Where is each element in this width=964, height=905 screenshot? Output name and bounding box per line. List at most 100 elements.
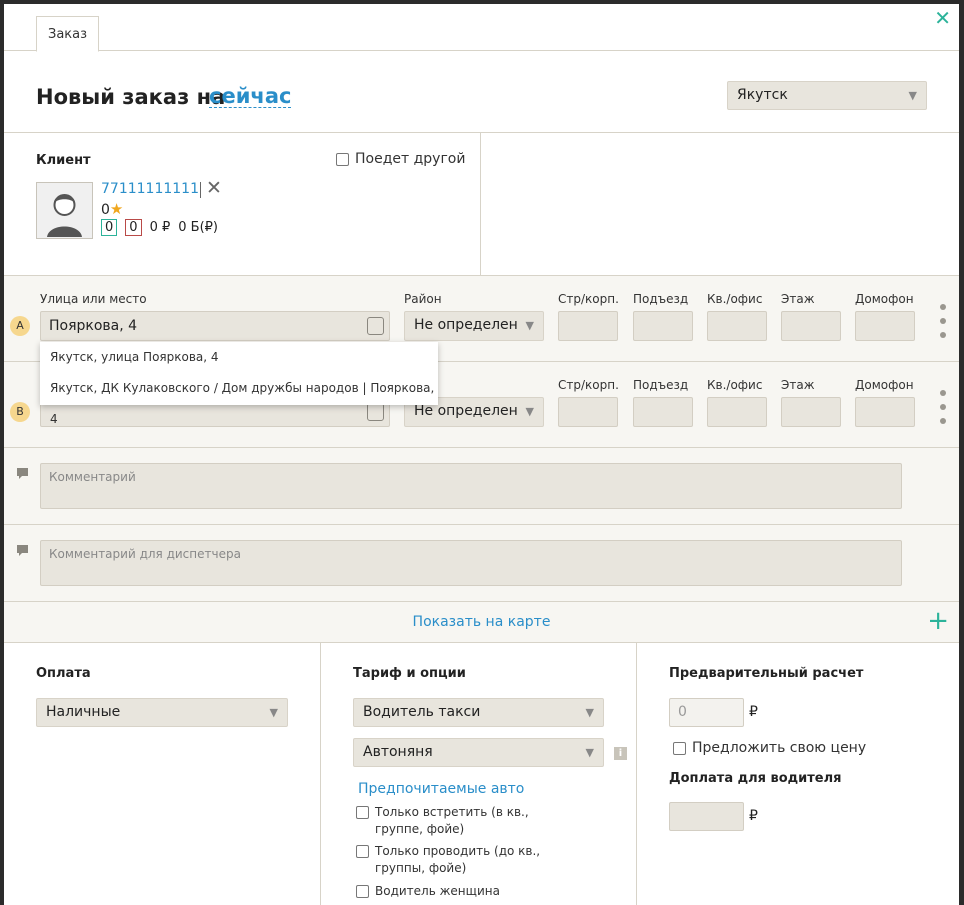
other-rides-label: Поедет другой (355, 151, 466, 167)
option-select[interactable]: Автоняня ▼ (353, 738, 604, 767)
intercom-input-b[interactable] (855, 397, 915, 427)
district-select-a[interactable]: Не определен ▼ (404, 311, 544, 341)
chevron-down-icon: ▼ (525, 405, 534, 418)
suggestion-item[interactable]: Якутск, улица Пояркова, 4 (40, 342, 438, 373)
client-balance: 0 ₽ (149, 220, 171, 235)
more-icon[interactable] (940, 390, 946, 424)
entrance-label: Подъезд (633, 378, 689, 392)
payment-label: Оплата (36, 666, 91, 681)
chevron-down-icon: ▼ (585, 706, 594, 719)
street-input-a[interactable]: Пояркова, 4 (40, 311, 390, 341)
estimate-input[interactable]: 0 (669, 698, 744, 727)
chevron-down-icon: ▼ (525, 319, 534, 332)
offer-price-label: Предложить свою цену (692, 740, 867, 756)
estimate-currency: ₽ (749, 704, 758, 720)
checkbox[interactable] (356, 806, 369, 819)
intercom-label: Домофон (855, 378, 914, 392)
building-label: Стр/корп. (558, 292, 619, 306)
suggestion-item[interactable]: Якутск, ДК Кулаковского / Дом дружбы нар… (40, 373, 438, 426)
divider (636, 643, 637, 905)
option-escort-label: Только проводить (до кв., группы, фойе) (375, 844, 541, 875)
tariff-value: Водитель такси (363, 704, 481, 720)
chevron-down-icon: ▼ (908, 89, 917, 102)
dispatcher-comment-field[interactable]: Комментарий для диспетчера (40, 540, 902, 586)
option-meet[interactable]: Только встретить (в кв., группе, фойе) (356, 804, 546, 838)
comment-icon (17, 468, 28, 479)
checkbox[interactable] (673, 741, 686, 755)
preferred-cars-link[interactable]: Предпочитаемые авто (358, 781, 524, 797)
star-icon: ★ (109, 200, 124, 218)
client-section: Клиент Поедет другой 77111111111 ✕ 0★ 0 … (4, 133, 959, 276)
apartment-label: Кв./офис (707, 292, 763, 306)
comment-row: Комментарий (4, 448, 959, 525)
client-label: Клиент (36, 153, 91, 168)
driver-extra-input[interactable] (669, 802, 744, 831)
apartment-label: Кв./офис (707, 378, 763, 392)
option-meet-label: Только встретить (в кв., группе, фойе) (375, 805, 529, 836)
option-value: Автоняня (363, 744, 433, 760)
floor-input-a[interactable] (781, 311, 841, 341)
bottom-section: Оплата Наличные ▼ Тариф и опции Водитель… (4, 643, 959, 905)
tab-order[interactable]: Заказ (36, 16, 100, 52)
close-icon[interactable]: ✕ (934, 8, 951, 28)
city-value: Якутск (737, 87, 788, 103)
time-link[interactable]: сейчас (209, 85, 292, 108)
address-suggestions: Якутск, улица Пояркова, 4 Якутск, ДК Кул… (40, 342, 438, 426)
comment-field[interactable]: Комментарий (40, 463, 902, 509)
stat-green: 0 (101, 219, 118, 236)
dispatcher-comment-row: Комментарий для диспетчера (4, 525, 959, 602)
marker-b: B (10, 402, 30, 422)
info-icon[interactable]: i (614, 747, 627, 760)
add-point-icon[interactable]: + (927, 608, 949, 634)
offer-price-checkbox[interactable]: Предложить свою цену (673, 740, 866, 756)
driver-extra-currency: ₽ (749, 808, 758, 824)
entrance-label: Подъезд (633, 292, 689, 306)
tab-bar: Заказ ✕ (4, 4, 959, 52)
chevron-down-icon: ▼ (269, 706, 278, 719)
map-row: Показать на карте + (4, 602, 959, 643)
more-icon[interactable] (940, 304, 946, 338)
order-header: Новый заказ на сейчас Якутск ▼ (4, 51, 959, 133)
option-escort[interactable]: Только проводить (до кв., группы, фойе) (356, 843, 546, 877)
payment-select[interactable]: Наличные ▼ (36, 698, 288, 727)
option-female-label: Водитель женщина (375, 884, 500, 898)
show-on-map-link[interactable]: Показать на карте (4, 614, 959, 630)
checkbox[interactable] (336, 152, 349, 166)
checkbox[interactable] (356, 885, 369, 898)
building-label: Стр/корп. (558, 378, 619, 392)
divider (320, 643, 321, 905)
floor-label: Этаж (781, 378, 815, 392)
divider (480, 133, 481, 276)
apartment-input-a[interactable] (707, 311, 767, 341)
address-book-icon[interactable] (367, 403, 384, 421)
entrance-input-a[interactable] (633, 311, 693, 341)
apartment-input-b[interactable] (707, 397, 767, 427)
district-value-b: Не определен (414, 403, 518, 419)
driver-extra-label: Доплата для водителя (669, 771, 842, 786)
stat-red: 0 (125, 219, 142, 236)
city-select[interactable]: Якутск ▼ (727, 81, 927, 110)
district-value-a: Не определен (414, 317, 518, 333)
user-icon (47, 194, 82, 237)
district-label: Район (404, 292, 442, 306)
entrance-input-b[interactable] (633, 397, 693, 427)
intercom-input-a[interactable] (855, 311, 915, 341)
floor-input-b[interactable] (781, 397, 841, 427)
clear-client-icon[interactable]: ✕ (206, 177, 222, 199)
building-input-a[interactable] (558, 311, 618, 341)
order-modal: Заказ ✕ Новый заказ на сейчас Якутск ▼ К… (4, 4, 959, 905)
text-cursor (200, 182, 201, 198)
comment-icon (17, 545, 28, 556)
client-phone[interactable]: 77111111111 (101, 181, 199, 197)
address-book-icon[interactable] (367, 317, 384, 335)
building-input-b[interactable] (558, 397, 618, 427)
client-bonus: 0 Б(₽) (178, 220, 218, 235)
tariff-label: Тариф и опции (353, 666, 466, 681)
checkbox[interactable] (356, 845, 369, 858)
client-stats: 0 0 0 ₽ 0 Б(₽) (101, 219, 218, 236)
other-rides-checkbox[interactable]: Поедет другой (336, 151, 465, 167)
rating-value: 0 (101, 202, 110, 218)
intercom-label: Домофон (855, 292, 914, 306)
tariff-select[interactable]: Водитель такси ▼ (353, 698, 604, 727)
option-female-driver[interactable]: Водитель женщина (356, 883, 546, 900)
